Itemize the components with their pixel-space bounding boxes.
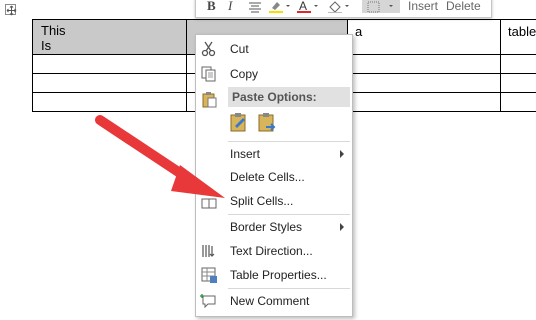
paste-keep-formatting-icon[interactable]	[228, 111, 250, 133]
menu-label: Cut	[230, 42, 249, 56]
menu-item-delete-cells[interactable]: Delete Cells...	[196, 165, 352, 189]
highlight-color-icon[interactable]	[268, 0, 292, 13]
table-cell[interactable]	[32, 93, 187, 112]
table-cell[interactable]: a	[348, 19, 501, 55]
clipboard-icon	[202, 92, 217, 108]
table-cell[interactable]	[348, 74, 501, 93]
table-cell[interactable]	[348, 55, 501, 74]
menu-item-copy[interactable]: Copy	[196, 62, 352, 86]
bold-button[interactable]: B	[207, 0, 216, 13]
table-cell[interactable]	[32, 55, 187, 74]
text-direction-icon	[202, 245, 215, 257]
center-align-icon[interactable]	[248, 1, 262, 15]
menu-item-insert[interactable]: Insert	[196, 142, 352, 166]
italic-button[interactable]: I	[228, 0, 232, 13]
table-cell[interactable]	[501, 93, 536, 112]
insert-button[interactable]: Insert	[408, 0, 438, 13]
menu-item-new-comment[interactable]: New Comment	[196, 289, 352, 313]
delete-button[interactable]: Delete	[446, 0, 481, 13]
cell-text: a	[355, 24, 363, 39]
shading-icon[interactable]	[327, 0, 351, 13]
menu-label: New Comment	[230, 294, 310, 308]
cell-text: table	[508, 24, 536, 39]
table-cell[interactable]	[501, 74, 536, 93]
font-color-icon[interactable]: A	[296, 0, 320, 13]
menu-item-split-cells[interactable]: Split Cells...	[196, 189, 352, 213]
menu-label: Split Cells...	[230, 194, 294, 208]
table-move-handle[interactable]	[5, 4, 17, 16]
borders-icon[interactable]	[362, 0, 400, 13]
table-properties-icon	[201, 267, 217, 283]
table-cell-selected[interactable]: This Is	[32, 19, 187, 55]
menu-label: Text Direction...	[230, 244, 313, 258]
submenu-arrow-icon	[340, 223, 344, 231]
menu-item-cut[interactable]: Cut	[196, 37, 352, 61]
paste-options-header: Paste Options:	[228, 87, 350, 107]
table-cell[interactable]: table	[501, 19, 536, 55]
mini-toolbar: B I A Insert Delete	[195, 0, 492, 18]
table-cell[interactable]	[32, 74, 187, 93]
copy-icon	[201, 66, 216, 82]
menu-item-border-styles[interactable]: Border Styles	[196, 215, 352, 239]
cell-text-line-2: Is	[41, 38, 52, 53]
paste-merge-formatting-icon[interactable]	[256, 111, 278, 133]
cell-text-line-1: This	[41, 23, 66, 38]
submenu-arrow-icon	[340, 150, 344, 158]
menu-label: Copy	[230, 67, 259, 81]
table-cell[interactable]	[348, 93, 501, 112]
menu-label: Insert	[230, 147, 261, 161]
context-menu: Cut Copy Paste Options: Insert Delete Ce…	[195, 34, 353, 317]
split-cells-icon	[201, 198, 217, 209]
scissors-icon	[201, 41, 216, 57]
table-cell[interactable]	[501, 55, 536, 74]
menu-label: Delete Cells...	[230, 170, 305, 184]
paste-options-label: Paste Options:	[232, 90, 317, 104]
new-comment-icon	[200, 294, 216, 309]
menu-item-text-direction[interactable]: Text Direction...	[196, 239, 352, 263]
menu-label: Border Styles	[230, 220, 303, 234]
menu-label: Table Properties...	[230, 268, 327, 282]
move-arrows-icon	[6, 5, 17, 16]
menu-item-table-properties[interactable]: Table Properties...	[196, 263, 352, 287]
